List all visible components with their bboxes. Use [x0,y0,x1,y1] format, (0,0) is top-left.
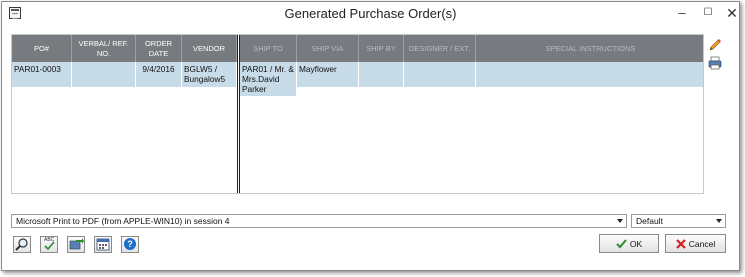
column-header-ship-to[interactable]: SHIP TO [240,35,297,62]
chevron-down-icon [617,219,623,223]
column-header-vendor[interactable]: VENDOR [182,35,237,62]
help-button[interactable]: ? [121,236,139,253]
cell-special-instructions[interactable] [476,62,703,87]
column-header-order-date[interactable]: ORDER DATE [136,35,182,62]
cancel-button[interactable]: Cancel [665,234,726,253]
format-select-value: Default [636,216,663,226]
preview-icon [15,238,28,251]
export-button[interactable] [67,236,85,253]
column-header-ship-by[interactable]: SHIP BY [359,35,404,62]
cell-ship-by[interactable] [359,62,404,87]
cell-ship-via[interactable]: Mayflower [297,62,359,87]
title-bar: Generated Purchase Order(s) – ☐ ✕ [2,2,739,26]
calendar-icon [96,238,110,251]
cell-order-date[interactable]: 9/4/2016 [136,62,182,87]
print-icon[interactable] [708,56,722,70]
ok-button[interactable]: OK [599,234,659,253]
purchase-order-window: Generated Purchase Order(s) – ☐ ✕ PO# VE… [1,1,740,271]
cell-verbal-ref[interactable] [72,62,136,87]
check-icon [616,238,627,248]
maximize-button[interactable]: ☐ [695,3,721,23]
ok-label: OK [629,238,643,249]
cell-designer-ext[interactable] [404,62,476,87]
chevron-down-icon [716,219,722,223]
cell-ship-to[interactable]: PAR01 / Mr. & Mrs.David Parker [240,62,297,96]
export-icon [69,238,84,250]
column-header-verbal-ref[interactable]: VERBAL/ REF. NO. [72,35,136,62]
preview-button[interactable] [13,236,31,253]
edit-pencil-icon[interactable] [708,38,722,52]
cell-po[interactable]: PAR01-0003 [12,62,72,87]
frozen-column-splitter[interactable] [237,35,240,193]
help-icon: ? [124,238,136,250]
cancel-label: Cancel [688,238,716,249]
column-header-po[interactable]: PO# [12,35,72,62]
minimize-button[interactable]: – [669,3,695,23]
window-title: Generated Purchase Order(s) [284,6,457,21]
calendar-button[interactable] [94,236,112,253]
column-header-special-instructions[interactable]: SPECIAL INSTRUCTIONS [476,35,703,62]
column-header-designer-ext[interactable]: DESIGNER / EXT. [404,35,476,62]
cell-vendor[interactable]: BGLW5 / Bungalow5 [182,62,237,87]
column-header-ship-via[interactable]: SHIP VIA [297,35,359,62]
format-select[interactable]: Default [631,214,726,228]
spellcheck-icon [44,241,55,251]
printer-select[interactable]: Microsoft Print to PDF (from APPLE-WIN10… [11,214,627,228]
close-button[interactable]: ✕ [719,3,745,23]
printer-select-value: Microsoft Print to PDF (from APPLE-WIN10… [16,216,230,226]
purchase-order-grid[interactable]: PO# VERBAL/ REF. NO. ORDER DATE VENDOR S… [11,34,704,194]
spellcheck-button[interactable]: ABC [40,236,58,253]
close-icon [675,238,686,249]
